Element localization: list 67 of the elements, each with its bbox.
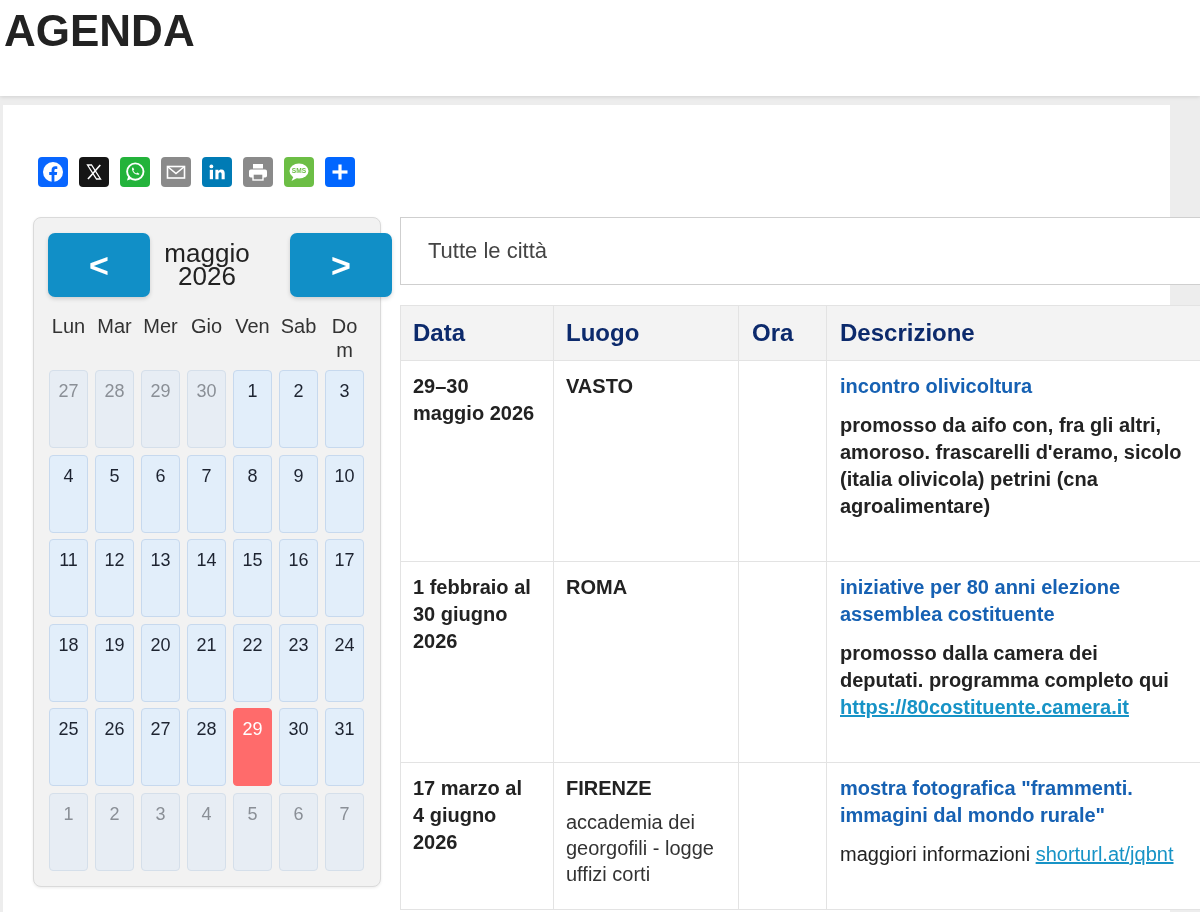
day-cell[interactable]: 19 — [95, 623, 134, 702]
event-description: promosso dalla camera dei deputati. programma completo qui https://80costituente.camera.it — [840, 641, 1170, 720]
page-title: AGENDA — [4, 9, 195, 53]
day-cell[interactable]: 11 — [49, 539, 88, 617]
day-cell[interactable]: 25 — [49, 708, 88, 786]
day-cell[interactable]: 22 — [233, 623, 272, 702]
month-label: maggio — [164, 242, 250, 265]
day-cell[interactable]: 14 — [187, 539, 226, 617]
day-cell[interactable]: 16 — [279, 539, 318, 617]
weekday-label: Dom — [330, 314, 359, 362]
linkedin-icon[interactable] — [202, 157, 232, 187]
printer-icon[interactable] — [243, 157, 273, 187]
day-cell[interactable]: 5 — [95, 454, 134, 533]
description-link[interactable]: shorturl.at/jqbnt — [1035, 843, 1174, 865]
city-select[interactable]: Tutte le città — [400, 217, 1200, 285]
column-header: Luogo — [553, 305, 739, 361]
day-cell[interactable]: 24 — [325, 623, 364, 702]
day-cell[interactable]: 27 — [141, 708, 180, 786]
event-description: maggiori informazioni shorturl.at/jqbnt — [840, 842, 1175, 867]
day-cell[interactable]: 6 — [141, 454, 180, 533]
day-cell[interactable]: 8 — [233, 454, 272, 533]
day-cell[interactable]: 4 — [49, 454, 88, 533]
day-cell[interactable]: 7 — [187, 454, 226, 533]
plus-icon[interactable] — [325, 157, 355, 187]
day-cell[interactable]: 20 — [141, 623, 180, 702]
weekday-label: Mar — [96, 314, 133, 339]
day-cell[interactable]: 9 — [279, 454, 318, 533]
day-cell[interactable]: 12 — [95, 539, 134, 617]
day-cell[interactable]: 10 — [325, 454, 364, 533]
x-logo-icon[interactable] — [79, 157, 109, 187]
facebook-icon[interactable] — [38, 157, 68, 187]
day-cell[interactable]: 21 — [187, 623, 226, 702]
day-cell[interactable]: 15 — [233, 539, 272, 617]
date-cell: 17 marzo al 4 giugno 2026 — [400, 762, 554, 910]
place-name: VASTO — [566, 374, 635, 399]
day-cell[interactable]: 31 — [325, 708, 364, 786]
place-name: FIRENZE — [566, 776, 653, 801]
day-cell[interactable]: 30 — [279, 708, 318, 786]
day-cell[interactable]: 3 — [325, 370, 364, 448]
column-header: Descrizione — [826, 305, 1200, 361]
place-note: accademia dei georgofili - logge uffizi corti — [566, 810, 715, 887]
day-cell[interactable]: 17 — [325, 539, 364, 617]
envelope-icon[interactable] — [161, 157, 191, 187]
event-title-link[interactable]: iniziative per 80 anni elezione assemblea costituente — [840, 574, 1185, 628]
day-cell[interactable]: 13 — [141, 539, 180, 617]
event-description: promosso da aifo con, fra gli altri, amoroso. frascarelli d'eramo, sicolo (italia olivicola) petrini (cna agroalimentare) — [840, 413, 1183, 519]
column-header: Data — [400, 305, 554, 361]
whatsapp-icon[interactable] — [120, 157, 150, 187]
day-cell[interactable]: 26 — [95, 708, 134, 786]
previous-month-button[interactable]: < — [48, 233, 150, 297]
day-cell[interactable]: 18 — [49, 623, 88, 702]
event-title-link[interactable]: mostra fotografica "frammenti. immagini dal mondo rurale" — [840, 775, 1185, 829]
next-month-button[interactable]: > — [290, 233, 392, 297]
weekday-label: Lun — [50, 314, 87, 339]
place-name: ROMA — [566, 575, 629, 600]
weekday-label: Ven — [234, 314, 271, 339]
day-cell[interactable]: 23 — [279, 623, 318, 702]
date-cell: 1 febbraio al 30 giugno 2026 — [400, 561, 554, 763]
day-cell[interactable]: 28 — [187, 708, 226, 786]
date-cell: 29–30 maggio 2026 — [400, 360, 554, 562]
column-header: Ora — [738, 305, 827, 361]
weekday-label: Mer — [142, 314, 179, 339]
weekday-label: Gio — [189, 314, 224, 339]
event-title-link[interactable]: incontro olivicoltura — [840, 373, 1185, 400]
weekday-label: Sab — [279, 314, 318, 339]
day-cell[interactable]: 1 — [233, 370, 272, 448]
day-cell[interactable]: 2 — [279, 370, 318, 448]
